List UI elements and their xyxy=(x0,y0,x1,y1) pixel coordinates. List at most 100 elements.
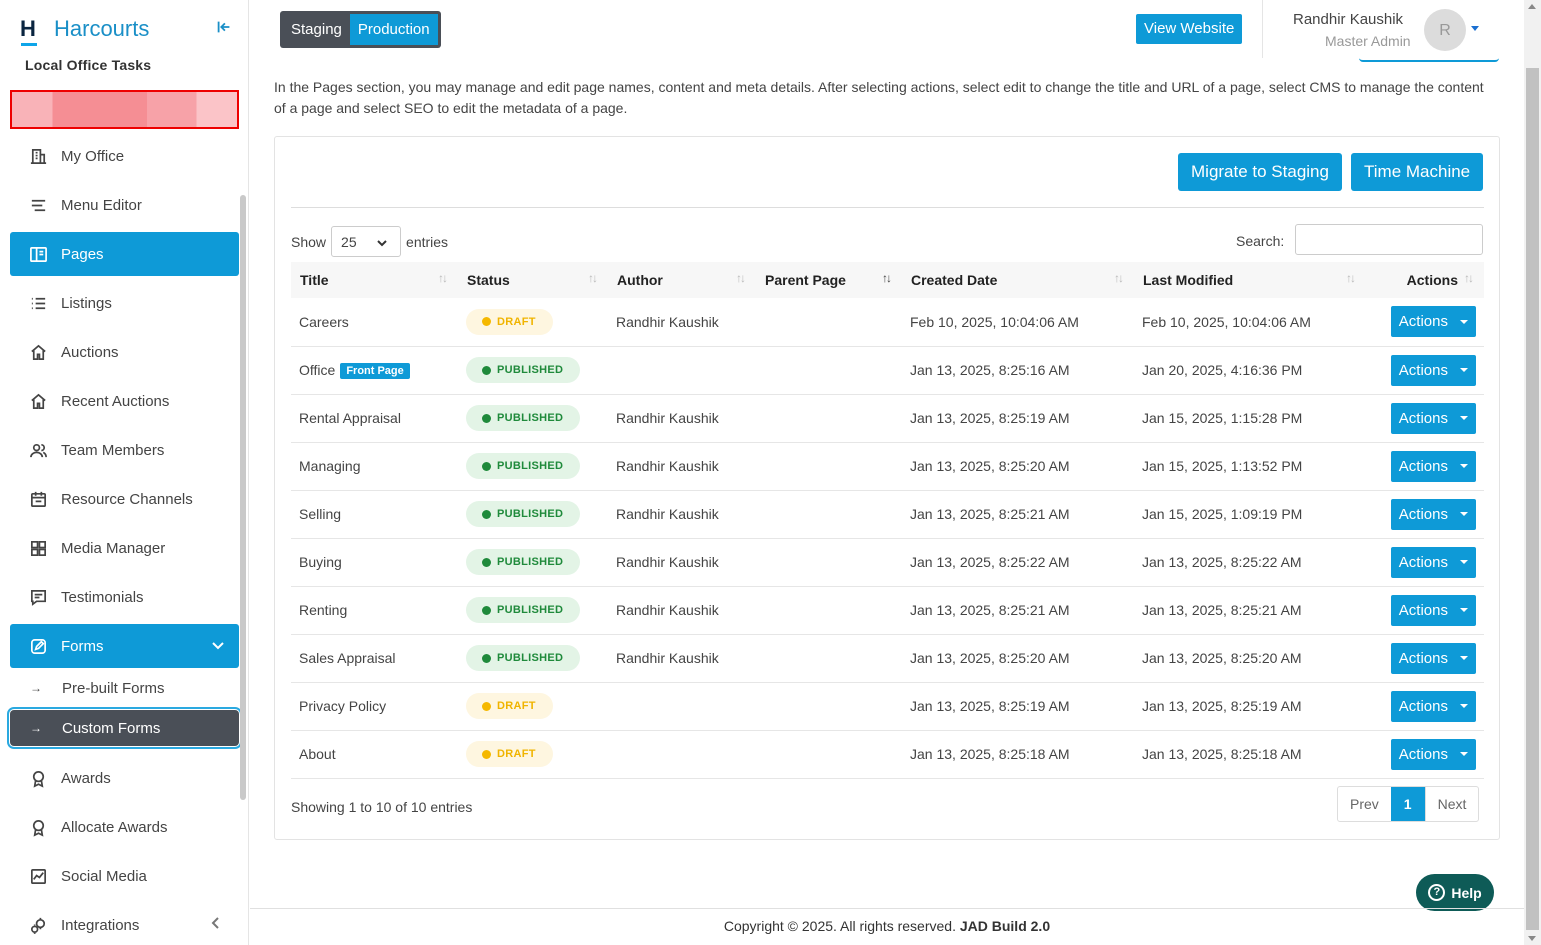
sidebar-item-pages[interactable]: Pages xyxy=(10,232,239,276)
column-header-status[interactable]: Status ↑↓ xyxy=(458,262,608,298)
user-name[interactable]: Randhir Kaushik xyxy=(1293,11,1403,28)
sidebar-item-label: Integrations xyxy=(61,916,140,934)
calendar-icon xyxy=(28,489,48,509)
page-scrollbar[interactable] xyxy=(1524,0,1541,945)
people-icon xyxy=(28,440,48,460)
cell-author-text: Randhir Kaushik xyxy=(616,602,719,618)
cell-title: Managing xyxy=(291,442,458,491)
sidebar-item-testimonials[interactable]: Testimonials xyxy=(10,575,239,619)
user-divider xyxy=(1262,0,1263,58)
table-header-row: Title ↑↓ Status ↑↓ Author ↑↓ Parent Page ↑↓ Crea… xyxy=(291,262,1484,298)
cell-created-date-text: Jan 13, 2025, 8:25:21 AM xyxy=(910,506,1070,522)
caret-down-icon xyxy=(1460,752,1468,756)
search-input[interactable] xyxy=(1295,224,1483,255)
status-badge: PUBLISHED xyxy=(466,645,581,671)
sidebar-subitem-pre-built-forms[interactable]: → Pre-built Forms xyxy=(10,670,239,706)
brand-logo[interactable]: H Harcourts xyxy=(20,14,149,46)
chevron-left-icon xyxy=(209,916,223,934)
sidebar-nav: My Office Menu Editor Pages Listings Auction… xyxy=(7,134,242,945)
prev-page-button[interactable]: Prev xyxy=(1338,787,1391,821)
actions-button[interactable]: Actions xyxy=(1390,690,1476,722)
actions-button[interactable]: Actions xyxy=(1390,306,1476,338)
sidebar-item-media-manager[interactable]: Media Manager xyxy=(10,526,239,570)
status-text: DRAFT xyxy=(497,700,536,712)
actions-label: Actions xyxy=(1398,553,1448,571)
time-machine-button[interactable]: Time Machine xyxy=(1351,153,1484,191)
actions-button[interactable]: Actions xyxy=(1390,450,1476,482)
actions-button[interactable]: Actions xyxy=(1390,498,1476,530)
cell-created-date: Jan 13, 2025, 8:25:22 AM xyxy=(902,538,1134,587)
actions-button[interactable]: Actions xyxy=(1390,354,1476,386)
help-button[interactable]: ? Help xyxy=(1416,874,1494,911)
sidebar-scrollbar[interactable] xyxy=(240,195,246,800)
production-button[interactable]: Production xyxy=(349,14,438,45)
sidebar-item-awards[interactable]: Awards xyxy=(10,756,239,800)
sort-icon[interactable]: ↑↓ xyxy=(438,271,448,285)
actions-button[interactable]: Actions xyxy=(1390,642,1476,674)
sidebar-item-team-members[interactable]: Team Members xyxy=(10,428,239,472)
cell-last-modified: Feb 10, 2025, 10:04:06 AM xyxy=(1134,298,1366,347)
sort-icon[interactable]: ↑↓ xyxy=(1464,271,1474,285)
status-text: DRAFT xyxy=(497,315,536,328)
sidebar-subitem-custom-forms[interactable]: → Custom Forms xyxy=(7,707,242,749)
sidebar-item-resource-channels[interactable]: Resource Channels xyxy=(10,477,239,521)
cell-last-modified: Jan 15, 2025, 1:09:19 PM xyxy=(1134,490,1366,539)
avatar[interactable]: R xyxy=(1424,9,1466,51)
cell-last-modified-text: Jan 15, 2025, 1:15:28 PM xyxy=(1142,410,1303,426)
next-page-button[interactable]: Next xyxy=(1424,787,1479,821)
page-size-select[interactable]: 25 xyxy=(331,226,402,257)
sort-icon[interactable]: ↑↓ xyxy=(736,271,746,285)
cell-title-text: Selling xyxy=(299,506,342,522)
sidebar-item-recent-auctions[interactable]: Recent Auctions xyxy=(10,379,239,423)
actions-button[interactable]: Actions xyxy=(1390,594,1476,626)
cell-created-date-text: Jan 13, 2025, 8:25:22 AM xyxy=(910,554,1070,570)
sort-icon[interactable]: ↑↓ xyxy=(1346,271,1356,285)
show-label: Show xyxy=(291,233,327,250)
sidebar-item-label: My Office xyxy=(61,147,125,165)
migrate-to-staging-button[interactable]: Migrate to Staging xyxy=(1178,153,1342,191)
award-icon xyxy=(28,817,48,837)
scroll-up-icon[interactable] xyxy=(1528,4,1536,9)
cell-last-modified-text: Jan 13, 2025, 8:25:19 AM xyxy=(1142,698,1302,714)
cell-title: Renting xyxy=(291,586,458,635)
question-icon: ? xyxy=(1428,884,1446,901)
view-website-button[interactable]: View Website xyxy=(1136,14,1243,44)
page-1-button[interactable]: 1 xyxy=(1390,787,1425,821)
sidebar-item-menu-editor[interactable]: Menu Editor xyxy=(10,183,239,227)
column-header-last-modified[interactable]: Last Modified ↑↓ xyxy=(1134,262,1366,298)
sidebar-item-my-office[interactable]: My Office xyxy=(10,134,239,178)
caret-down-icon xyxy=(1460,704,1468,708)
actions-button[interactable]: Actions xyxy=(1390,738,1476,770)
sort-icon[interactable]: ↑↓ xyxy=(1114,271,1124,285)
cell-parent-page xyxy=(756,682,902,731)
scroll-down-icon[interactable] xyxy=(1528,936,1536,941)
sidebar-item-forms[interactable]: Forms xyxy=(10,624,239,668)
cell-parent-page xyxy=(756,394,902,443)
collapse-sidebar-icon[interactable] xyxy=(212,18,236,40)
sidebar-item-social-media[interactable]: Social Media xyxy=(10,854,239,898)
environment-toggle: Staging Production xyxy=(280,11,441,48)
cell-created-date: Jan 13, 2025, 8:25:20 AM xyxy=(902,634,1134,683)
column-header-title[interactable]: Title ↑↓ xyxy=(291,262,458,298)
sidebar-item-auctions[interactable]: Auctions xyxy=(10,330,239,374)
column-header-label: Title xyxy=(300,272,329,288)
actions-button[interactable]: Actions xyxy=(1390,402,1476,434)
cell-created-date-text: Jan 13, 2025, 8:25:19 AM xyxy=(910,698,1070,714)
column-header-parent-page[interactable]: Parent Page ↑↓ xyxy=(756,262,902,298)
sort-icon[interactable]: ↑↓ xyxy=(882,271,892,285)
column-header-author[interactable]: Author ↑↓ xyxy=(608,262,756,298)
actions-button[interactable]: Actions xyxy=(1390,546,1476,578)
table-row: Buying PUBLISHED Randhir Kaushik Jan 13, 20… xyxy=(291,538,1484,587)
column-header-created-date[interactable]: Created Date ↑↓ xyxy=(902,262,1134,298)
column-header-actions[interactable]: Actions ↑↓ xyxy=(1366,262,1484,298)
cell-status: PUBLISHED xyxy=(458,634,608,683)
sidebar-item-listings[interactable]: Listings xyxy=(10,281,239,325)
sidebar-item-integrations[interactable]: Integrations xyxy=(10,903,239,945)
footer-divider xyxy=(250,908,1524,909)
sidebar-item-allocate-awards[interactable]: Allocate Awards xyxy=(10,805,239,849)
staging-button[interactable]: Staging xyxy=(283,14,350,45)
sort-icon[interactable]: ↑↓ xyxy=(588,271,598,285)
cell-author: Randhir Kaushik xyxy=(608,394,756,443)
user-menu-caret-icon[interactable] xyxy=(1471,26,1479,31)
scrollbar-thumb[interactable] xyxy=(1526,68,1539,930)
